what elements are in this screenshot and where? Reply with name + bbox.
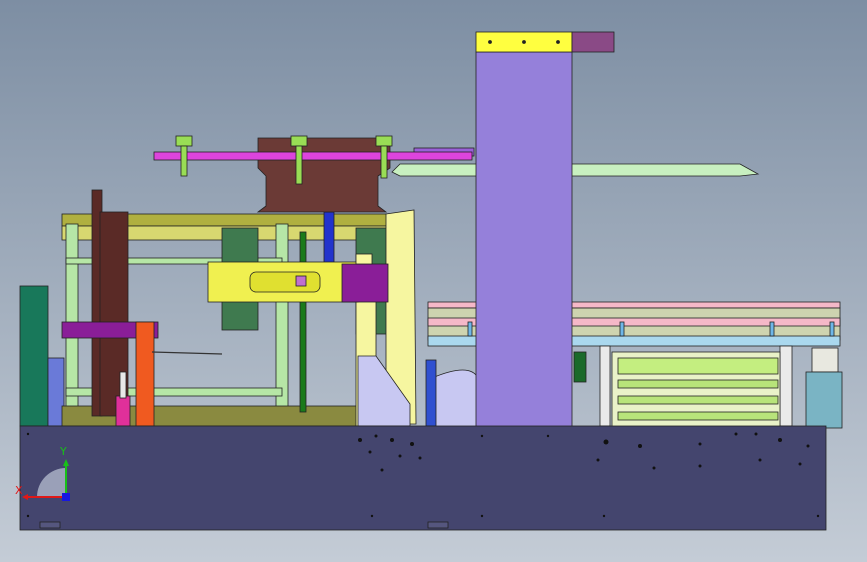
green-module-bar-2 <box>617 379 779 389</box>
green-module-bar-3 <box>617 395 779 405</box>
cad-assembly-view[interactable]: X Y <box>0 0 867 562</box>
knob-right-head <box>375 135 393 147</box>
column-cap-block <box>571 31 615 53</box>
knob-left-stem <box>180 145 188 177</box>
right-table-pin-2 <box>619 321 625 337</box>
blue-bracket <box>425 359 437 427</box>
carriage-slot <box>249 271 321 293</box>
cap-bolt-3 <box>556 40 560 44</box>
brown-press-block <box>256 137 391 213</box>
purple-carriage-block <box>341 263 389 303</box>
base-foot-left <box>39 521 61 529</box>
triad-z-axis-icon <box>62 493 70 501</box>
triad-y-label: Y <box>59 445 67 458</box>
main-column <box>475 51 573 429</box>
right-table-pin-1 <box>467 321 473 337</box>
dark-green-sensor <box>573 351 587 383</box>
right-table-pin-4 <box>829 321 835 337</box>
knob-center-stem <box>295 145 303 185</box>
disc-half <box>431 369 479 429</box>
carriage-inner-bar <box>295 275 307 287</box>
orange-post <box>135 321 155 427</box>
triad-x-label: X <box>15 484 23 497</box>
base-plate-assembly[interactable] <box>19 425 827 531</box>
teal-side-panel <box>19 285 49 427</box>
cap-bolt-2 <box>522 40 526 44</box>
cap-bolt-1 <box>488 40 492 44</box>
pink-cylinder-rod <box>119 371 127 399</box>
knob-right-stem <box>380 145 388 179</box>
motor-housing <box>805 371 843 429</box>
magenta-arm <box>153 151 473 161</box>
motor-housing-top <box>811 347 839 373</box>
green-module-bar-4 <box>617 411 779 421</box>
knob-center-head <box>290 135 308 147</box>
right-table-pin-3 <box>769 321 775 337</box>
green-guide-rod <box>299 231 307 413</box>
pink-cylinder <box>115 395 131 427</box>
right-table-support-b <box>779 345 793 427</box>
knob-left-head <box>175 135 193 147</box>
right-table-support-a <box>599 345 611 427</box>
cad-viewport[interactable]: X Y <box>0 0 867 562</box>
base-plate <box>19 425 827 531</box>
frame-post-mid <box>275 223 289 429</box>
green-module-bar-1 <box>617 357 779 375</box>
base-foot-right <box>427 521 449 529</box>
carriage-top-tab <box>355 253 373 265</box>
upper-plate <box>391 163 760 177</box>
